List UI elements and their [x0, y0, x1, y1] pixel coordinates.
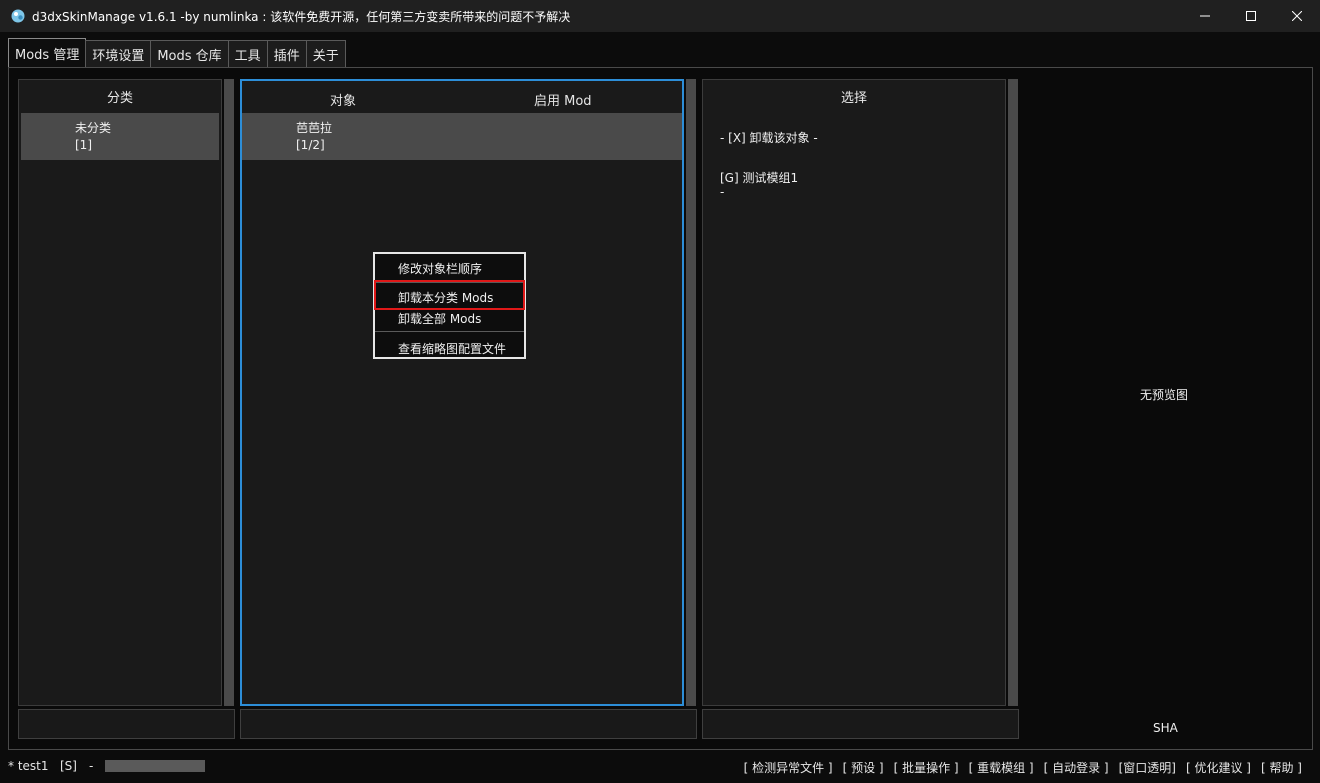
presets-link[interactable]: [ 预设 ] [843, 759, 884, 776]
category-panel: 分类 未分类 [1] [18, 79, 222, 706]
object-scrollbar[interactable] [686, 79, 696, 706]
category-scrollbar[interactable] [224, 79, 234, 706]
tab-bar: Mods 管理 环境设置 Mods 仓库 工具 插件 关于 [8, 38, 346, 68]
object-count: [1/2] [296, 138, 325, 152]
menu-item-view-thumbnail-config[interactable]: 查看缩略图配置文件 [375, 336, 524, 360]
select-scrollbar[interactable] [1008, 79, 1018, 706]
category-count: [1] [75, 138, 92, 152]
tab-plugins[interactable]: 插件 [266, 40, 307, 68]
close-button[interactable] [1274, 0, 1320, 32]
menu-item-unload-all-mods[interactable]: 卸载全部 Mods [375, 306, 524, 330]
object-search-input[interactable] [240, 709, 697, 739]
tab-mods-manage[interactable]: Mods 管理 [8, 38, 87, 68]
category-list-item[interactable]: 未分类 [1] [21, 113, 219, 160]
tab-mods-warehouse[interactable]: Mods 仓库 [150, 40, 229, 68]
sha-label: SHA [1153, 721, 1178, 735]
window-title: d3dxSkinManage v1.6.1 -by numlinka : 该软件… [32, 9, 571, 24]
detect-abnormal-files-link[interactable]: [ 检测异常文件 ] [744, 759, 833, 776]
minimize-icon [1200, 15, 1210, 17]
window-transparency-link[interactable]: [窗口透明] [1119, 759, 1176, 776]
window-controls [1182, 0, 1320, 32]
status-dash: - [89, 759, 94, 773]
close-icon [1292, 11, 1302, 21]
help-link[interactable]: [ 帮助 ] [1261, 759, 1302, 776]
maximize-button[interactable] [1228, 0, 1274, 32]
menu-separator [375, 331, 524, 332]
context-menu: 修改对象栏顺序 卸载本分类 Mods 卸载全部 Mods 查看缩略图配置文件 [373, 252, 526, 359]
tab-environment-settings[interactable]: 环境设置 [85, 40, 152, 68]
category-name: 未分类 [75, 121, 112, 135]
tab-tools[interactable]: 工具 [227, 40, 268, 68]
unload-object-option[interactable]: - [X] 卸载该对象 - [720, 129, 818, 146]
batch-operation-link[interactable]: [ 批量操作 ] [894, 759, 959, 776]
status-bar: * test1 [S] - [ 检测异常文件 ] [ 预设 ] [ 批量操作 ]… [0, 756, 1320, 778]
object-list-item[interactable]: 芭芭拉 [1/2] [242, 113, 682, 160]
status-indicator: [S] [60, 759, 77, 773]
menu-item-reorder-objects[interactable]: 修改对象栏顺序 [375, 256, 524, 280]
app-logo-icon [10, 8, 26, 24]
object-name: 芭芭拉 [296, 121, 333, 135]
mod-option-description: - [720, 185, 725, 199]
progress-fill [105, 760, 205, 772]
minimize-button[interactable] [1182, 0, 1228, 32]
auto-login-link[interactable]: [ 自动登录 ] [1044, 759, 1109, 776]
status-links: [ 检测异常文件 ] [ 预设 ] [ 批量操作 ] [ 重载模组 ] [ 自动… [744, 759, 1302, 776]
object-header: 对象 [330, 94, 357, 109]
select-header: 选择 [840, 90, 867, 106]
mod-option[interactable]: [G] 测试模组1 [720, 169, 798, 186]
select-search-input[interactable] [702, 709, 1019, 739]
progress-bar [105, 760, 205, 772]
status-user: * test1 [8, 759, 49, 773]
category-header: 分类 [106, 90, 133, 106]
optimization-suggestion-link[interactable]: [ 优化建议 ] [1186, 759, 1251, 776]
menu-separator [375, 282, 524, 283]
object-panel: 对象 启用 Mod 芭芭拉 [1/2] [240, 79, 684, 706]
maximize-icon [1246, 11, 1256, 21]
title-bar: d3dxSkinManage v1.6.1 -by numlinka : 该软件… [0, 0, 1320, 32]
select-panel: 选择 - [X] 卸载该对象 - [G] 测试模组1 - [702, 79, 1006, 706]
category-search-input[interactable] [18, 709, 235, 739]
enabled-mod-header: 启用 Mod [534, 94, 592, 109]
no-preview-label: 无预览图 [1140, 388, 1189, 402]
reload-mods-link[interactable]: [ 重载模组 ] [969, 759, 1034, 776]
tab-about[interactable]: 关于 [305, 40, 346, 68]
